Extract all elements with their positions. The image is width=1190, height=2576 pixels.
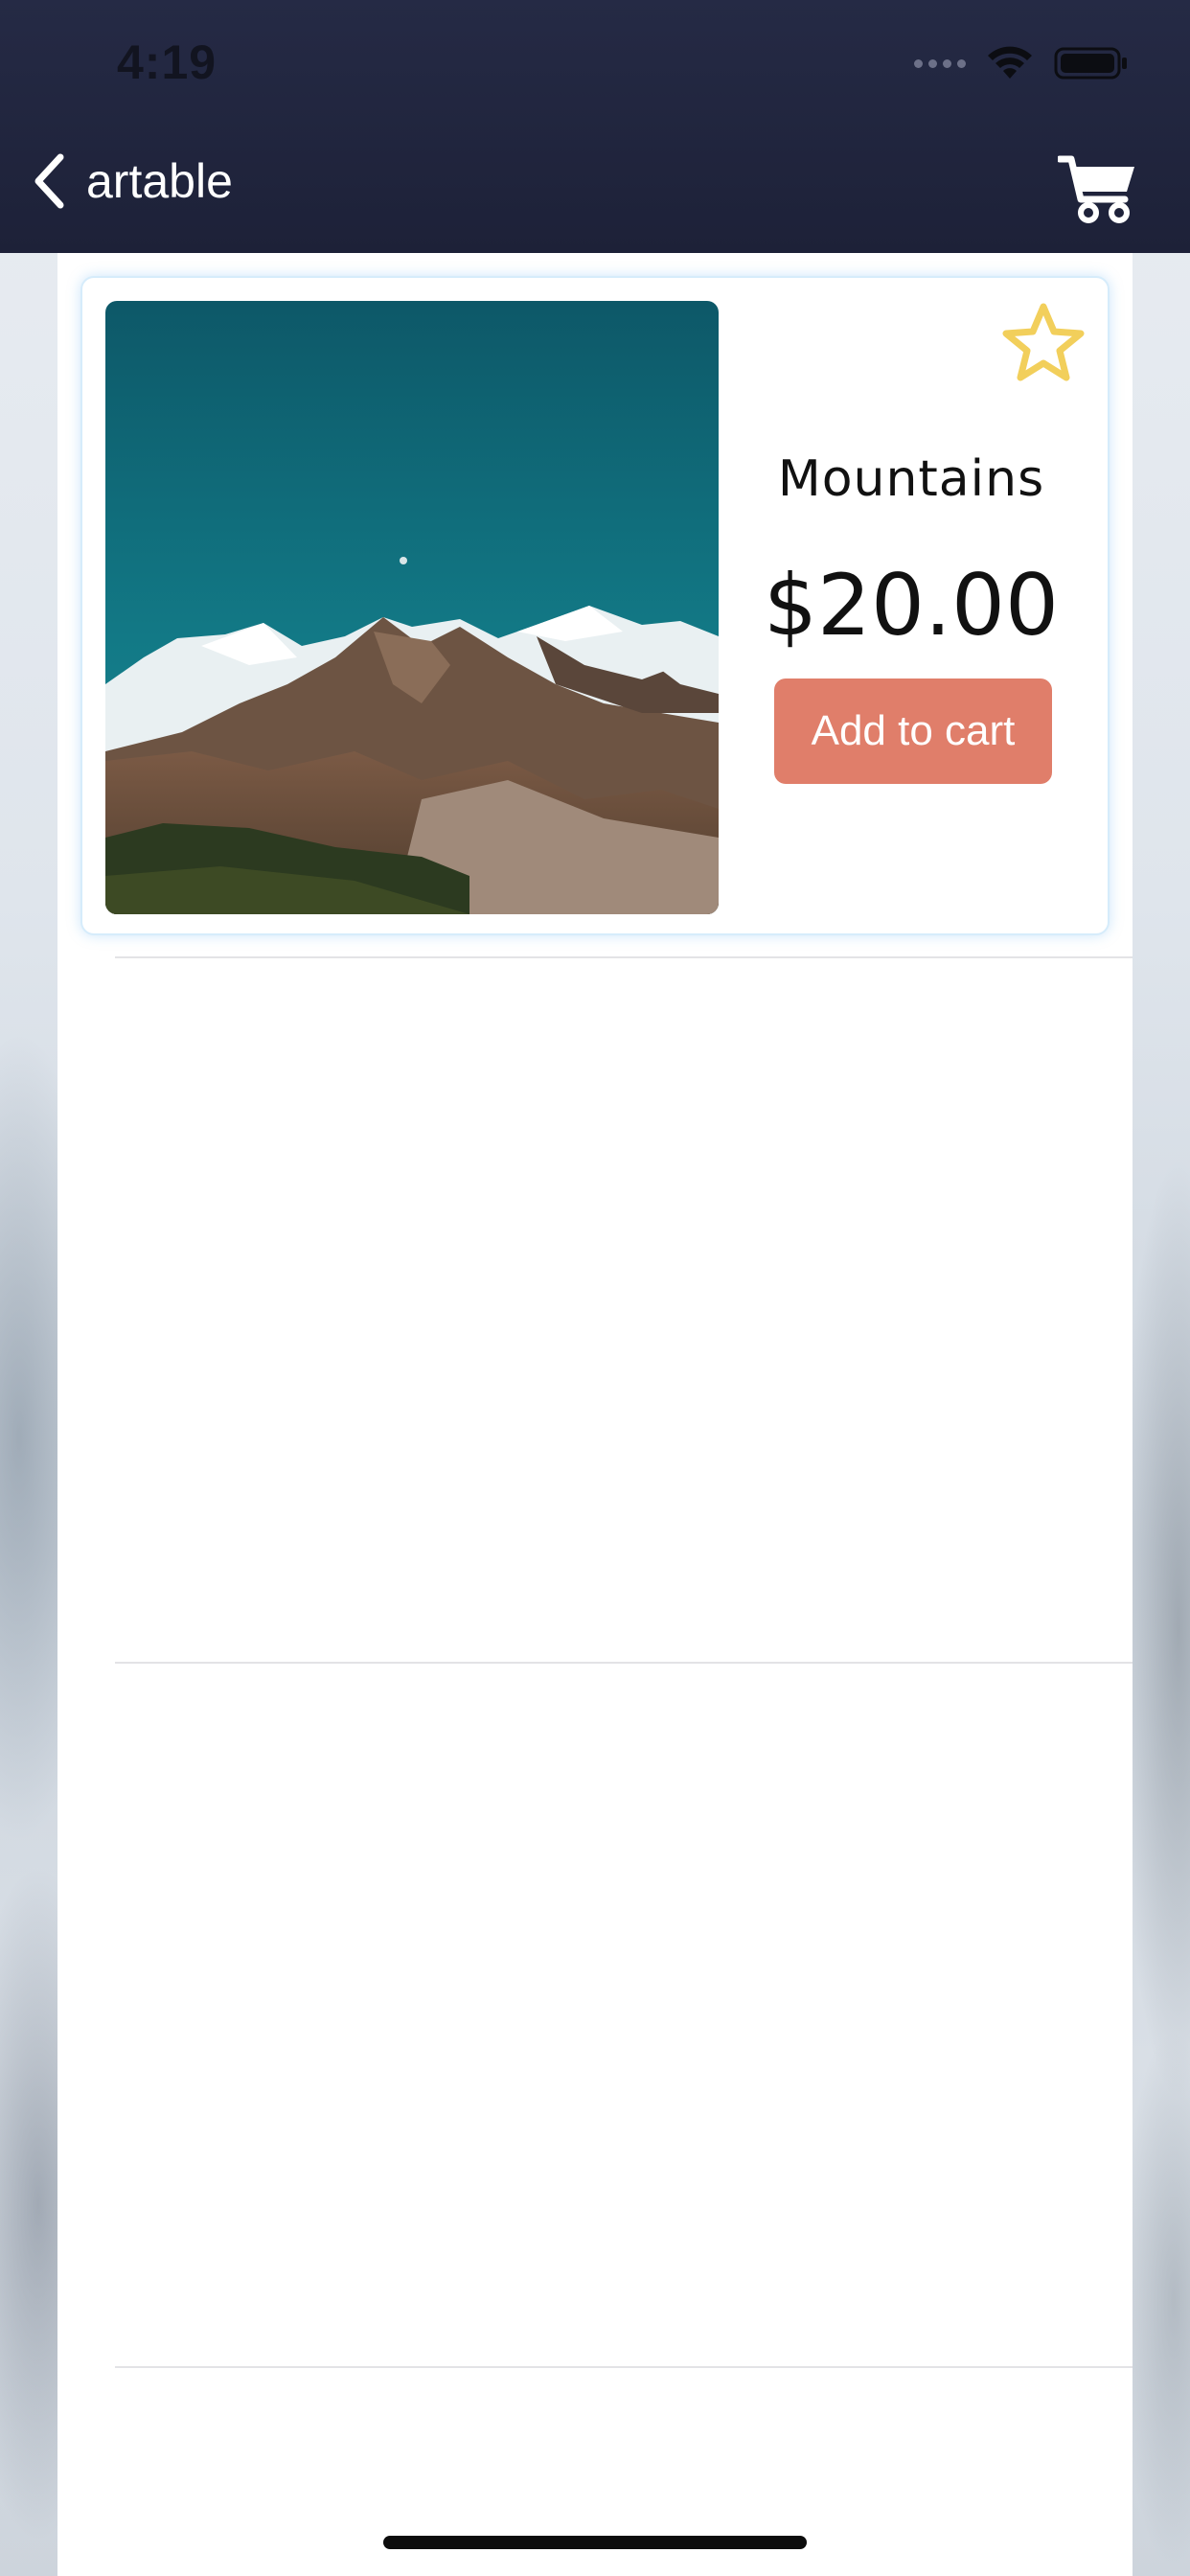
- row-divider: [115, 2366, 1133, 2368]
- back-button-label: artable: [86, 154, 233, 208]
- back-button[interactable]: artable: [33, 153, 233, 209]
- empty-list-row: [115, 958, 1133, 1662]
- star-outline-icon: [1002, 303, 1085, 381]
- product-name: Mountains: [777, 450, 1045, 508]
- product-list: Mountains $20.00 Add to cart: [57, 253, 1133, 2576]
- mountain-photo: [105, 301, 719, 914]
- product-price: $20.00: [764, 556, 1059, 655]
- cart-button[interactable]: [1056, 151, 1136, 224]
- product-image[interactable]: [105, 301, 719, 914]
- empty-list-row: [115, 1664, 1133, 2366]
- status-bar-time: 4:19: [117, 35, 217, 89]
- battery-icon: [1054, 47, 1127, 80]
- product-card[interactable]: Mountains $20.00 Add to cart: [80, 276, 1110, 935]
- favorite-button[interactable]: [1000, 301, 1087, 387]
- shopping-cart-icon: [1056, 155, 1134, 223]
- status-bar-icons: [914, 46, 1129, 80]
- navigation-bar: 4:19 artable: [0, 0, 1190, 253]
- chevron-left-icon: [34, 153, 64, 209]
- home-indicator[interactable]: [383, 2536, 807, 2549]
- wifi-icon: [988, 46, 1032, 79]
- cellular-signal-icon: [914, 58, 966, 68]
- add-to-cart-button[interactable]: Add to cart: [774, 678, 1052, 784]
